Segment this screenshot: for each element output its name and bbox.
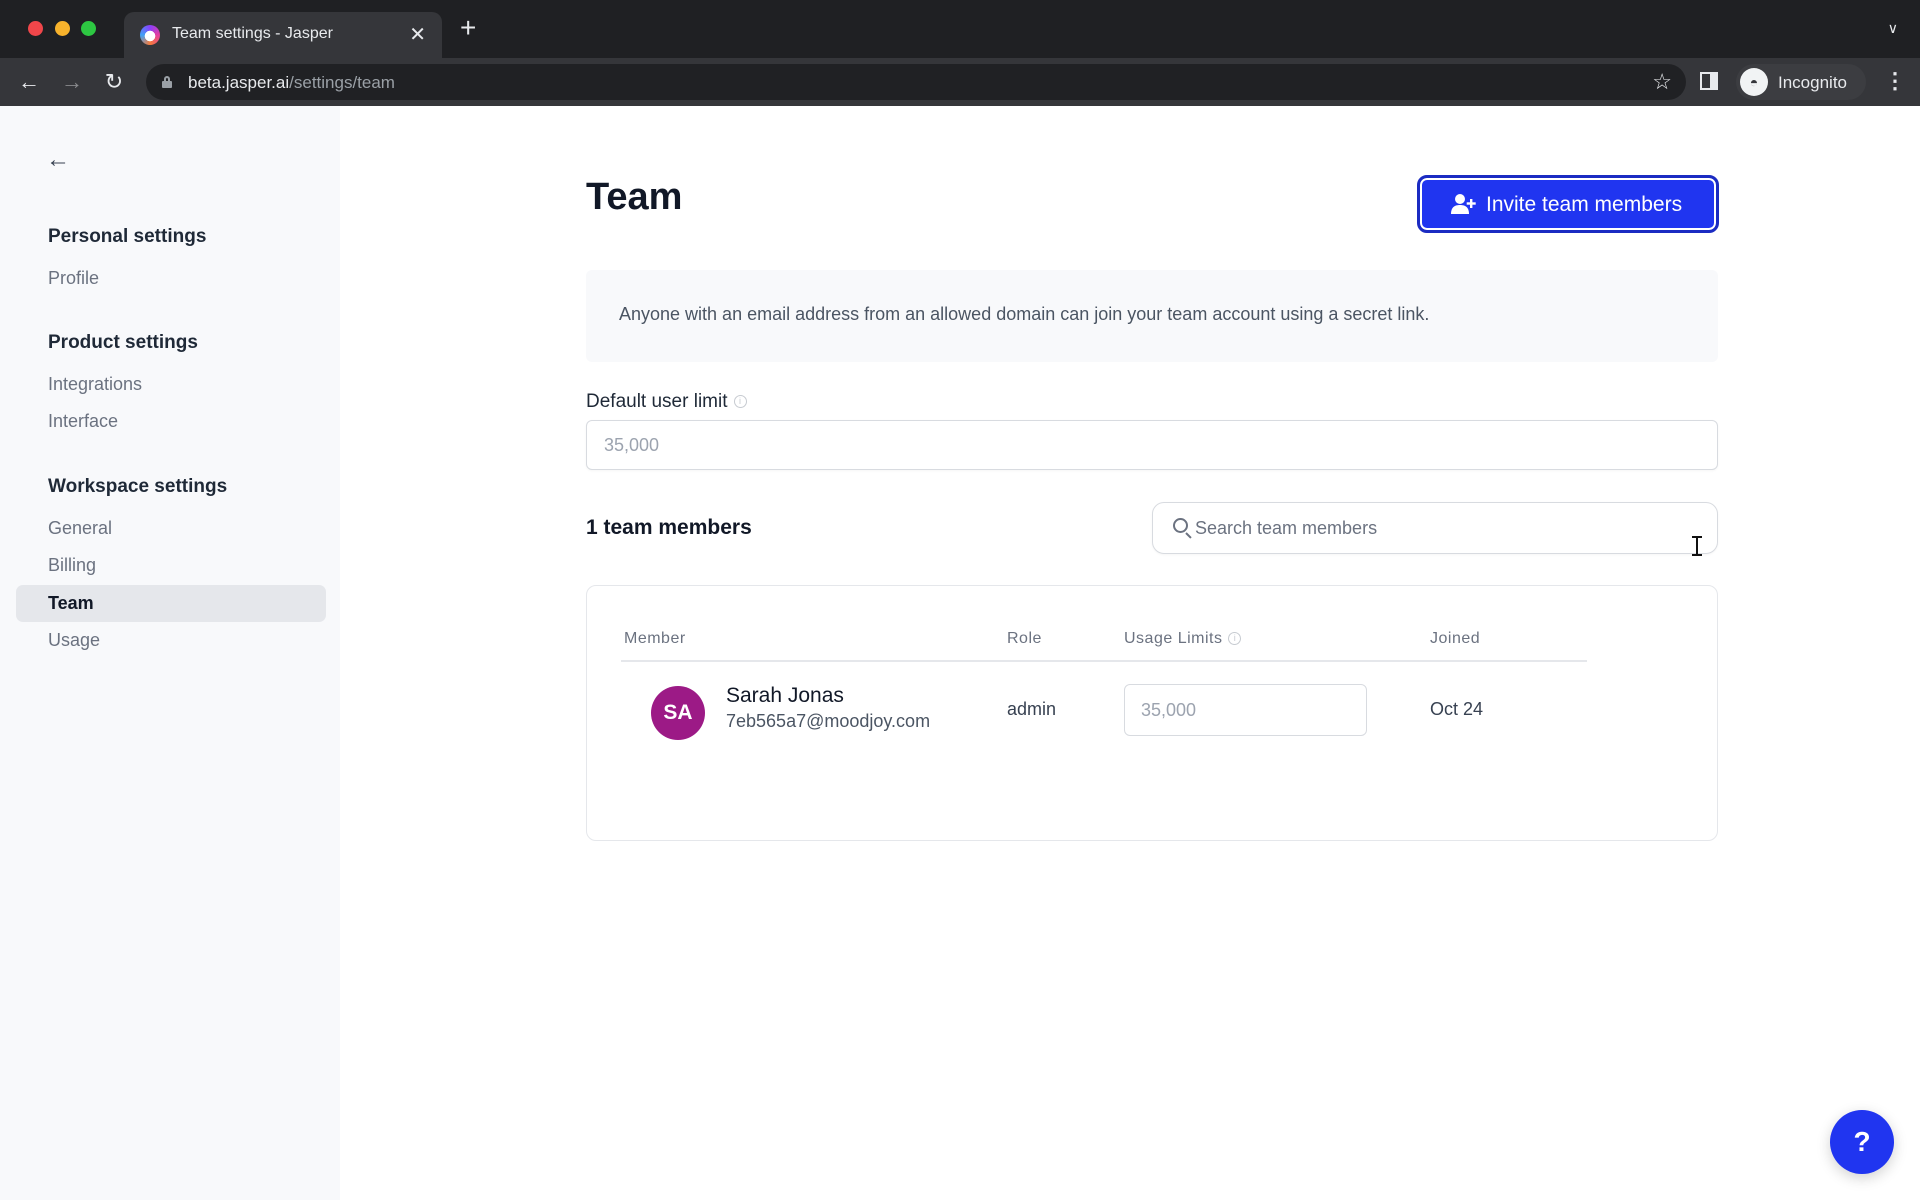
forward-button[interactable]: → xyxy=(56,66,88,98)
mouse-text-cursor-icon xyxy=(1692,536,1702,556)
member-email: 7eb565a7@moodjoy.com xyxy=(726,711,931,731)
browser-menu-icon[interactable]: ⋮ xyxy=(1884,68,1906,94)
tab-title: Team settings - Jasper xyxy=(172,25,333,42)
section-title-product: Product settings xyxy=(48,332,198,353)
back-arrow-icon[interactable]: ← xyxy=(46,146,70,174)
usage-limits-header-text: Usage Limits xyxy=(1124,630,1223,647)
member-role: admin xyxy=(1007,699,1057,719)
reload-button[interactable]: ↻ xyxy=(98,66,130,98)
invite-button-label: Invite team members xyxy=(1486,193,1683,216)
search-team-members-input[interactable] xyxy=(1195,503,1695,553)
side-panel-icon[interactable] xyxy=(1700,72,1718,90)
search-team-members-field[interactable] xyxy=(1152,502,1718,554)
avatar: SA xyxy=(651,686,705,740)
browser-toolbar: ← → ↻ beta.jasper.ai/settings/team ☆ ◓ I… xyxy=(0,58,1920,106)
default-user-limit-input[interactable] xyxy=(586,420,1718,470)
column-header-role: Role xyxy=(1007,630,1042,647)
tab-search-chevron-icon[interactable]: ∨ xyxy=(1888,20,1898,37)
tab-strip: Team settings - Jasper ✕ + ∨ xyxy=(0,0,1920,58)
maximize-window-button[interactable] xyxy=(81,21,96,36)
column-header-usage-limits: Usage Limits i xyxy=(1124,630,1242,648)
minimize-window-button[interactable] xyxy=(55,21,70,36)
url-path: /settings/team xyxy=(289,73,395,92)
jasper-favicon-icon xyxy=(140,25,160,45)
sidebar-item-profile[interactable]: Profile xyxy=(16,260,326,297)
incognito-label: Incognito xyxy=(1778,73,1847,92)
header-divider xyxy=(621,660,1587,662)
column-header-member: Member xyxy=(624,630,686,647)
member-usage-limit-input[interactable] xyxy=(1124,684,1367,736)
page: ← Personal settings Profile Product sett… xyxy=(0,106,1920,1200)
team-members-count: 1 team members xyxy=(586,516,752,539)
sidebar-item-integrations[interactable]: Integrations xyxy=(16,366,326,403)
sidebar-item-general[interactable]: General xyxy=(16,510,326,547)
sidebar-item-interface[interactable]: Interface xyxy=(16,403,326,440)
incognito-profile-button[interactable]: ◓ Incognito xyxy=(1736,64,1866,100)
info-icon[interactable]: i xyxy=(733,395,747,409)
bookmark-star-icon[interactable]: ☆ xyxy=(1652,69,1672,95)
info-text: Anyone with an email address from an all… xyxy=(619,304,1430,324)
close-tab-icon[interactable]: ✕ xyxy=(409,22,426,47)
browser-chrome: Team settings - Jasper ✕ + ∨ ← → ↻ beta.… xyxy=(0,0,1920,106)
close-window-button[interactable] xyxy=(28,21,43,36)
new-tab-button[interactable]: + xyxy=(460,14,476,42)
address-bar[interactable]: beta.jasper.ai/settings/team ☆ xyxy=(146,64,1686,100)
add-user-icon xyxy=(1451,194,1476,214)
column-header-joined: Joined xyxy=(1430,630,1481,647)
page-title: Team xyxy=(586,176,683,218)
default-user-limit-label-text: Default user limit xyxy=(586,391,728,412)
browser-tab[interactable]: Team settings - Jasper ✕ xyxy=(124,12,442,58)
info-icon[interactable]: i xyxy=(1228,632,1242,646)
back-button[interactable]: ← xyxy=(13,66,45,98)
lock-icon xyxy=(162,76,172,88)
invite-team-members-button[interactable]: Invite team members xyxy=(1417,175,1719,233)
sidebar-item-usage[interactable]: Usage xyxy=(16,622,326,659)
sidebar-item-team[interactable]: Team xyxy=(16,585,326,622)
default-user-limit-label: Default user limit i xyxy=(586,391,747,413)
section-title-personal: Personal settings xyxy=(48,226,207,247)
search-icon xyxy=(1173,518,1192,539)
team-members-table: Member Role Usage Limits i Joined SA Sara… xyxy=(586,585,1718,841)
url-text[interactable]: beta.jasper.ai/settings/team xyxy=(188,73,395,93)
url-host: beta.jasper.ai xyxy=(188,73,290,92)
settings-sidebar: ← Personal settings Profile Product sett… xyxy=(0,106,340,1200)
member-joined-date: Oct 24 xyxy=(1430,699,1484,719)
section-title-workspace: Workspace settings xyxy=(48,476,228,497)
help-button[interactable]: ? xyxy=(1830,1110,1894,1174)
member-name: Sarah Jonas xyxy=(726,684,844,707)
sidebar-item-billing[interactable]: Billing xyxy=(16,547,326,584)
incognito-icon: ◓ xyxy=(1740,68,1768,96)
allowed-domain-info-box: Anyone with an email address from an all… xyxy=(586,270,1718,362)
